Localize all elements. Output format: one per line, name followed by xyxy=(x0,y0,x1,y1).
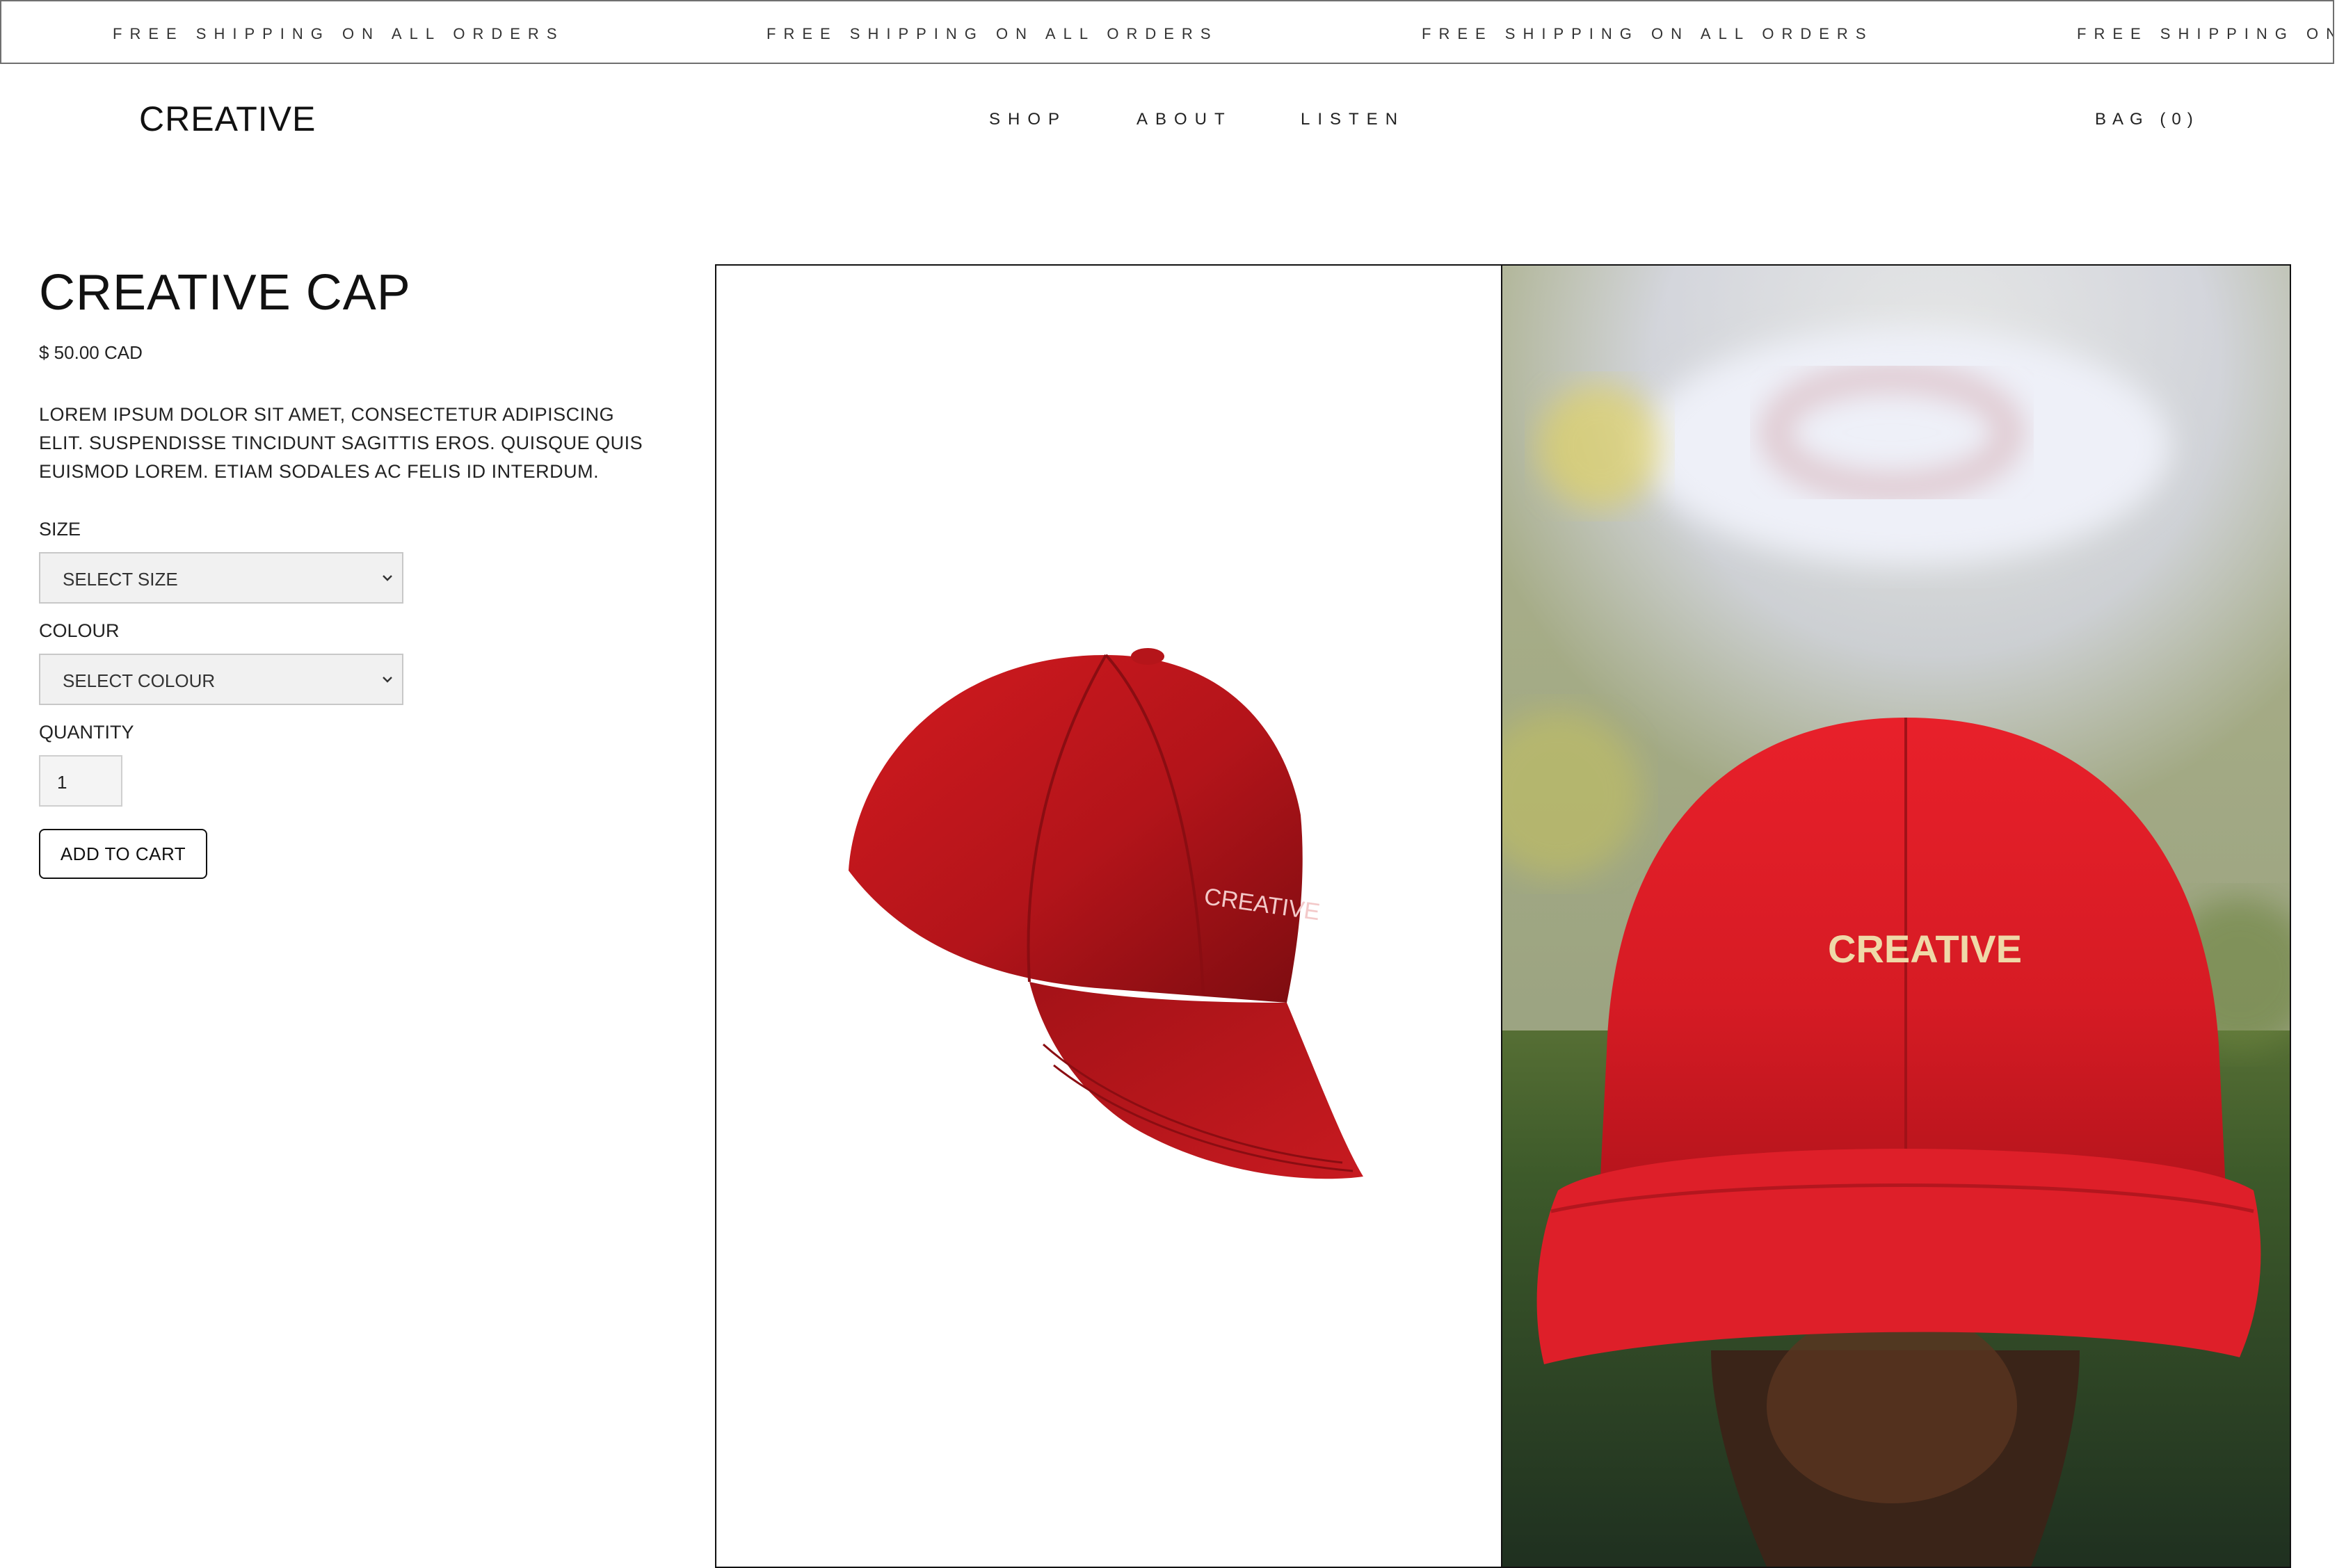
announcement-bar: FREE SHIPPING ON ALL ORDERS FREE SHIPPIN… xyxy=(0,0,2334,64)
announcement-text: FREE SHIPPING ON xyxy=(2077,25,2334,42)
cap-logo-text-right: CREATIVE xyxy=(1828,927,2022,971)
red-cap-image: CREATIVE xyxy=(849,648,1363,1179)
product-image-lifestyle[interactable]: CREATIVE xyxy=(1502,266,2290,1567)
chevron-down-icon xyxy=(383,575,392,581)
colour-label: COLOUR xyxy=(39,620,120,641)
add-to-cart-button[interactable]: ADD TO CART xyxy=(39,829,207,879)
nav-about[interactable]: ABOUT xyxy=(1137,110,1232,129)
chevron-down-icon xyxy=(383,677,392,683)
announcement-text: FREE SHIPPING ON ALL ORDERS xyxy=(766,25,1219,42)
bag-link[interactable]: BAG (0) xyxy=(2095,110,2199,129)
lifestyle-photo: CREATIVE xyxy=(1502,266,2290,1567)
size-select[interactable]: SELECT SIZE xyxy=(39,552,403,604)
product-price: $ 50.00 CAD xyxy=(39,342,143,363)
product-image-cap[interactable]: CREATIVE xyxy=(716,266,1502,1567)
quantity-label: QUANTITY xyxy=(39,722,134,743)
quantity-input[interactable]: 1 xyxy=(39,755,122,807)
nav-shop[interactable]: SHOP xyxy=(989,110,1067,129)
quantity-value: 1 xyxy=(57,772,67,793)
site-logo[interactable]: CREATIVE xyxy=(139,99,316,139)
announcement-text: FREE SHIPPING ON ALL ORDERS xyxy=(113,25,565,42)
size-select-value: SELECT SIZE xyxy=(63,569,178,590)
size-label: SIZE xyxy=(39,519,81,540)
colour-select-value: SELECT COLOUR xyxy=(63,670,216,691)
product-description: LOREM IPSUM DOLOR SIT AMET, CONSECTETUR … xyxy=(39,404,643,482)
product-gallery: CREATIVE CREATIVE xyxy=(715,264,2291,1568)
nav-listen[interactable]: LISTEN xyxy=(1301,110,1405,129)
colour-select[interactable]: SELECT COLOUR xyxy=(39,654,403,705)
announcement-text: FREE SHIPPING ON ALL ORDERS xyxy=(1422,25,1874,42)
product-title: CREATIVE CAP xyxy=(39,265,411,321)
